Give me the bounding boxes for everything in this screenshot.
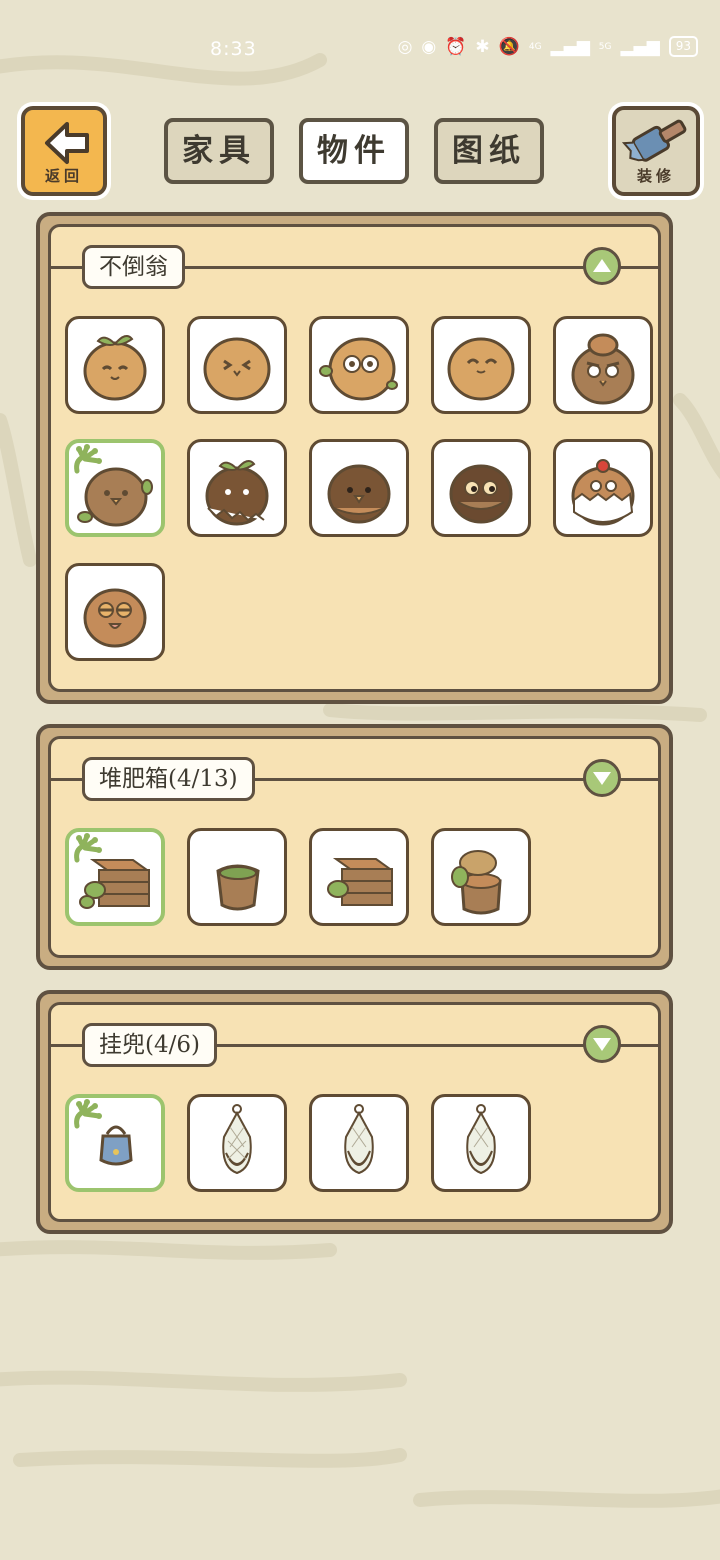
status-icons: ◎ ◉ ⏰ ✱ 🔕 4G ▂▄▆ 5G ▂▄▆ 93: [398, 36, 698, 57]
compost-crate-icon: [327, 858, 394, 906]
tumbler-dark-beak-icon: [327, 464, 391, 524]
chevron-down-icon: [593, 1038, 611, 1051]
item-slot[interactable]: [431, 439, 531, 537]
tumbler-dark-eyes-icon: [449, 464, 513, 524]
nfc-icon: ◎: [397, 36, 413, 57]
tumbler-sleepy-icon: [83, 588, 147, 648]
item-slot[interactable]: [309, 439, 409, 537]
chevron-down-icon: [593, 772, 611, 785]
item-slot[interactable]: [553, 439, 653, 537]
tumbler-dark-sprout-icon: [205, 459, 269, 526]
tumbler-cap-icon: [571, 333, 635, 405]
decorate-label: 装修: [636, 167, 675, 185]
hanging-net-blue-icon: [344, 1104, 374, 1175]
item-slot[interactable]: [187, 1094, 287, 1192]
frog-paw-icon: [74, 1099, 102, 1129]
expand-toggle[interactable]: [583, 1025, 621, 1063]
tab-furniture[interactable]: 家具: [164, 118, 274, 184]
chevron-up-icon: [593, 259, 611, 272]
item-slot[interactable]: [187, 316, 287, 414]
signal-4g-label: 4G: [528, 41, 542, 52]
frog-paw-icon: [74, 833, 102, 863]
expand-toggle[interactable]: [583, 759, 621, 797]
section-compost: 堆肥箱(4/13): [36, 724, 673, 970]
status-bar: 8:33 ◎ ◉ ⏰ ✱ 🔕 4G ▂▄▆ 5G ▂▄▆ 93: [0, 30, 720, 70]
item-slot[interactable]: [431, 828, 531, 926]
tab-items[interactable]: 物件: [299, 118, 409, 184]
decorate-button[interactable]: 装修: [612, 106, 700, 196]
battery-level: 93: [668, 36, 698, 57]
back-label: 返回: [44, 167, 83, 185]
item-slot[interactable]: [65, 563, 165, 661]
section-hanging: 挂兜(4/6): [36, 990, 673, 1234]
status-time: 8:33: [210, 38, 257, 60]
item-slot[interactable]: [187, 828, 287, 926]
paint-brush-icon: [621, 119, 687, 162]
hanging-net-orange-icon: [466, 1104, 496, 1175]
item-slot[interactable]: [431, 316, 531, 414]
section-title: 不倒翁: [82, 245, 185, 289]
compost-bucket-icon: [216, 864, 260, 911]
item-slot[interactable]: [309, 316, 409, 414]
tumbler-sprout-icon: [83, 334, 147, 401]
section-title: 挂兜(4/6): [82, 1023, 217, 1067]
mute-icon: 🔕: [498, 36, 520, 57]
compost-stump-icon: [451, 850, 502, 915]
tumbler-squint-icon: [203, 337, 271, 401]
item-slot[interactable]: [65, 1094, 165, 1192]
section-tumbler: 不倒翁: [36, 212, 673, 704]
bluetooth-icon: ✱: [475, 36, 490, 57]
item-slot[interactable]: [553, 316, 653, 414]
frog-paw-icon: [74, 444, 102, 474]
item-slot[interactable]: [65, 828, 165, 926]
signal-bars-icon: ▂▄▆: [550, 36, 590, 57]
item-slot[interactable]: [309, 828, 409, 926]
tab-blueprints[interactable]: 图纸: [434, 118, 544, 184]
signal-5g-label: 5G: [598, 41, 612, 52]
signal-bars-icon: ▂▄▆: [620, 36, 660, 57]
eye-icon: ◉: [421, 36, 437, 57]
tumbler-smile-icon: [447, 337, 515, 401]
item-slot[interactable]: [65, 439, 165, 537]
item-slot[interactable]: [65, 316, 165, 414]
item-slot[interactable]: [309, 1094, 409, 1192]
alarm-icon: ⏰: [445, 36, 467, 57]
collapse-toggle[interactable]: [583, 247, 621, 285]
hanging-net-green-icon: [222, 1104, 252, 1175]
tumbler-glasses-icon: [319, 337, 398, 401]
back-arrow-icon: [45, 122, 89, 164]
item-slot[interactable]: [187, 439, 287, 537]
tumbler-egg-icon: [571, 459, 635, 526]
item-slot[interactable]: [431, 1094, 531, 1192]
back-button[interactable]: 返回: [21, 106, 107, 196]
section-title: 堆肥箱(4/13): [82, 757, 255, 801]
